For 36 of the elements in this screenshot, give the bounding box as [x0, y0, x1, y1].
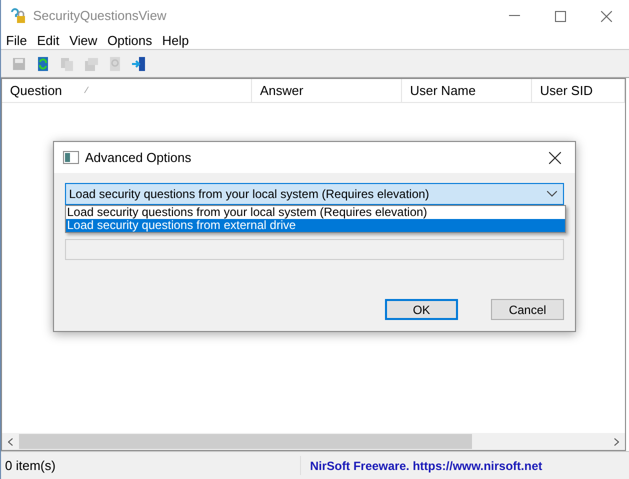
document-stack-icon [83, 56, 99, 72]
close-icon [600, 10, 612, 22]
menu-item[interactable]: Options [102, 30, 158, 50]
dropdown-option[interactable]: Load security questions from external drive [66, 219, 565, 232]
website-link[interactable]: NirSoft Freeware. https://www.nirsoft.net [301, 456, 542, 474]
path-field[interactable] [65, 239, 564, 260]
question-lock-icon [9, 7, 27, 25]
scroll-left-icon [8, 438, 13, 446]
menu-item[interactable]: Edit [32, 30, 64, 50]
dialog-button[interactable]: OK [385, 299, 458, 320]
magnifier-page-icon [107, 56, 123, 72]
column-header[interactable]: Answer [252, 79, 402, 102]
column-header[interactable]: Question ⁄ [2, 79, 252, 102]
chevron-down-icon [547, 191, 557, 197]
refresh-icon [35, 56, 51, 72]
dropdown-option[interactable]: Load security questions from your local system (Requires elevation) [66, 206, 565, 219]
close-icon [549, 152, 561, 164]
column-header[interactable]: User Name [402, 79, 532, 102]
menu-item[interactable]: Help [157, 30, 194, 50]
copy-icon [59, 56, 75, 72]
scrollbar-thumb[interactable] [19, 434, 472, 449]
scroll-right-icon [614, 438, 619, 446]
maximize-icon [554, 10, 566, 22]
dialog-title: Advanced Options [85, 148, 192, 167]
window-icon [63, 151, 79, 164]
menu-item[interactable]: View [64, 30, 102, 50]
exit-door-icon [131, 56, 147, 72]
dialog-button[interactable]: Cancel [491, 299, 564, 320]
menu-item[interactable]: File [1, 30, 32, 50]
horizontal-scrollbar[interactable] [2, 433, 625, 450]
column-header[interactable]: User SID [532, 79, 625, 102]
window-title: SecurityQuestionsView [33, 7, 166, 26]
sort-indicator: ⁄ [86, 84, 88, 97]
source-dropdown[interactable]: Load security questions from your local system (Requires elevation) [65, 183, 564, 205]
item-count: 0 item(s) [1, 456, 301, 476]
minimize-icon [508, 15, 520, 17]
